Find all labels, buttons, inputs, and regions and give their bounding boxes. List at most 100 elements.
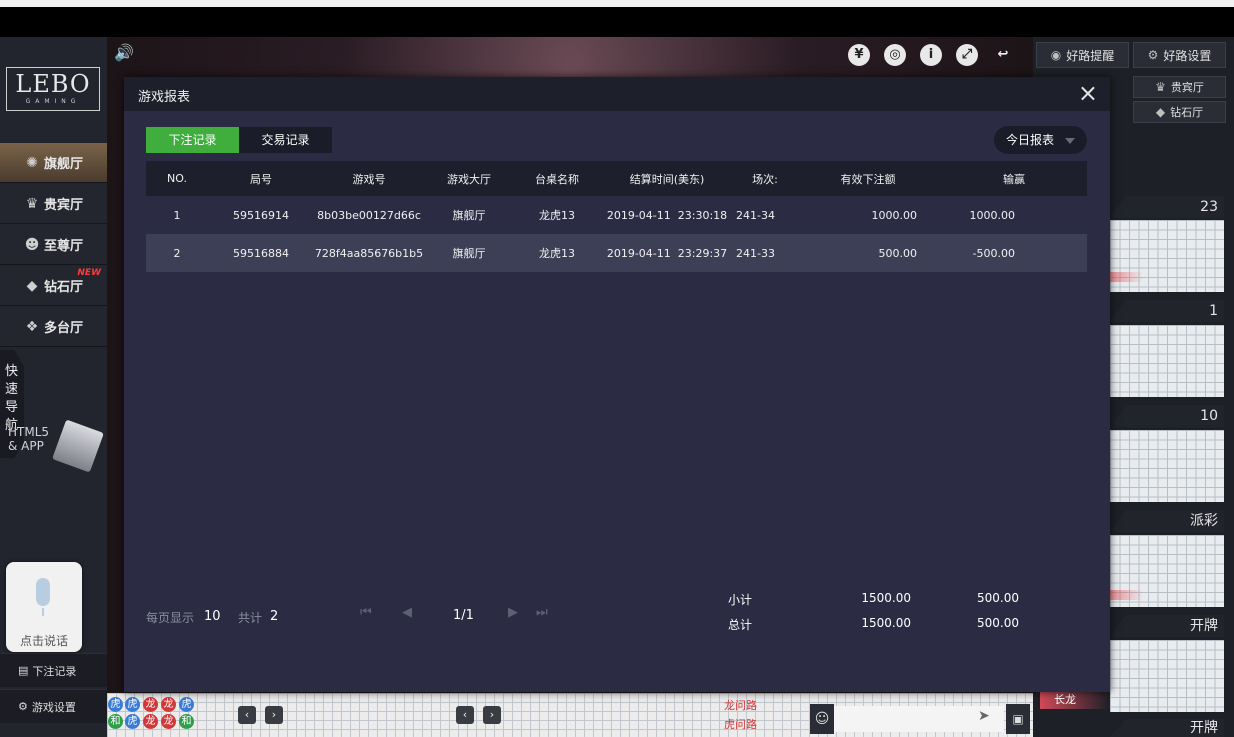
dragon-ask-road[interactable]: 龙问路 xyxy=(724,697,757,713)
tab-transaction-records[interactable]: 交易记录 xyxy=(239,127,332,153)
col-valid-bet: 有效下注额 xyxy=(796,161,940,196)
speaker-icon[interactable]: 🔊 xyxy=(114,43,134,62)
subtotal-bet: 1500.00 xyxy=(861,591,911,605)
nav-supreme-hall[interactable]: ☻ 至尊厅 xyxy=(0,225,107,265)
multi-table-icon: ❖ xyxy=(25,318,39,335)
good-road-alert-label: 好路提醒 xyxy=(1066,48,1115,63)
bet-records-table: NO. 局号 游戏号 游戏大厅 台桌名称 结算时间(美东) 场次: 有效下注额 … xyxy=(146,161,1087,272)
nav-multi-table-hall[interactable]: ❖ 多台厅 xyxy=(0,307,107,347)
road-label: 开牌 xyxy=(1110,719,1224,737)
dealer-icon: ☻ xyxy=(24,236,40,253)
col-game-id: 游戏号 xyxy=(314,161,424,196)
subtotal-win: 500.00 xyxy=(977,591,1019,605)
prev-arrow-icon[interactable]: ‹ xyxy=(456,706,474,724)
bet-record-label: 下注记录 xyxy=(32,664,77,678)
quick-nav-char: 导 xyxy=(5,400,19,415)
chat-bubble-icon[interactable]: ▣ xyxy=(1006,704,1030,734)
nav-flagship-hall[interactable]: ✺ 旗舰厅 xyxy=(0,143,107,183)
cell-round-id: 59516914 xyxy=(233,208,289,222)
table-row[interactable]: 2 59516884 728f4aa85676b1b5 旗舰厅 龙虎13 201… xyxy=(146,234,1087,272)
road-highlight xyxy=(1110,272,1144,282)
modal-header: 游戏报表 × xyxy=(124,77,1110,111)
emoji-icon[interactable]: ☺ xyxy=(810,704,834,734)
nav-vip-hall[interactable]: ♛ 贵宾厅 xyxy=(0,184,107,224)
dragon-bead: 龙 xyxy=(161,697,176,712)
road-highlight xyxy=(1110,590,1144,600)
cell-table-name: 龙虎13 xyxy=(539,209,575,222)
modal-title: 游戏报表 xyxy=(138,90,191,105)
total-bet: 1500.00 xyxy=(861,616,911,630)
good-road-alert-button[interactable]: ◉ 好路提醒 xyxy=(1036,42,1129,68)
subtotal-label: 小计 xyxy=(728,593,753,607)
vip-hall-button[interactable]: ♛ 贵宾厅 xyxy=(1133,76,1226,98)
nav-label: 至尊厅 xyxy=(44,239,84,254)
screen: 🔊 ¥ ◎ i ⤢ ↩ LEBO GAMING ✺ 旗舰厅 ♛ 贵宾厅 ☻ 至尊… xyxy=(0,0,1234,737)
document-icon: ▤ xyxy=(18,664,29,677)
road-label: 开牌 xyxy=(1110,615,1224,637)
cell-hall: 旗舰厅 xyxy=(424,234,514,272)
total-count-label: 共计 xyxy=(238,611,263,625)
casino-chip-icon: ✺ xyxy=(26,154,38,171)
chip-icon[interactable]: ◎ xyxy=(884,44,906,66)
page-indicator: 1/1 xyxy=(453,608,474,623)
top-black-bar xyxy=(0,7,1234,37)
total-count-value: 2 xyxy=(270,609,279,624)
voice-widget[interactable]: 点击说话 xyxy=(6,562,82,652)
tiger-bead: 虎 xyxy=(179,697,194,712)
last-page-icon[interactable]: ⏭ xyxy=(536,605,548,620)
col-hall: 游戏大厅 xyxy=(424,161,514,196)
diamond-hall-button[interactable]: ◆ 钻石厅 xyxy=(1133,101,1226,123)
nav-label: 旗舰厅 xyxy=(44,157,84,172)
col-win-loss: 输赢 xyxy=(940,161,1087,196)
tab-bet-records[interactable]: 下注记录 xyxy=(146,127,239,153)
bet-record-button[interactable]: ▤ 下注记录 xyxy=(0,653,107,687)
gear-icon: ⚙ xyxy=(1147,48,1159,62)
tiger-bead: 虎 xyxy=(108,697,123,712)
logo-text: LEBO xyxy=(15,70,91,98)
logo-subtext: GAMING xyxy=(25,98,81,105)
info-icon[interactable]: i xyxy=(920,44,942,66)
diamond-icon: ◆ xyxy=(26,277,38,294)
cell-round-id: 59516884 xyxy=(208,234,314,272)
html5-app-banner[interactable]: HTML5 & APP xyxy=(8,419,104,473)
crown-icon: ♛ xyxy=(25,195,39,212)
tiger-ask-road[interactable]: 虎问路 xyxy=(724,716,757,732)
lebo-logo: LEBO GAMING xyxy=(6,67,100,111)
diamond-icon: ◆ xyxy=(1155,105,1166,119)
per-page-value[interactable]: 10 xyxy=(204,609,221,624)
good-road-settings-button[interactable]: ⚙ 好路设置 xyxy=(1133,42,1226,68)
next-page-icon[interactable]: ▶ xyxy=(508,605,518,620)
road-grid[interactable] xyxy=(1110,640,1224,712)
crown-icon: ♛ xyxy=(1155,80,1166,94)
close-icon[interactable]: × xyxy=(1078,80,1098,106)
vip-hall-label: 贵宾厅 xyxy=(1170,81,1204,94)
report-period-select[interactable]: 今日报表 xyxy=(994,126,1087,154)
prev-arrow-icon[interactable]: ‹ xyxy=(238,706,256,724)
currency-icon[interactable]: ¥ xyxy=(848,44,870,66)
nav-diamond-hall[interactable]: ◆ 钻石厅 NEW xyxy=(0,266,107,306)
back-icon[interactable]: ↩ xyxy=(992,44,1014,66)
table-row[interactable]: 1 59516914 8b03be00127d66c 旗舰厅 龙虎13 2019… xyxy=(146,196,1087,234)
good-road-settings-label: 好路设置 xyxy=(1163,48,1212,63)
long-dragon-badge: 长龙 xyxy=(1040,691,1110,709)
game-report-modal: 游戏报表 × 下注记录 交易记录 今日报表 NO. 局号 游戏号 游戏大厅 台桌… xyxy=(124,77,1110,692)
fullscreen-icon[interactable]: ⤢ xyxy=(956,44,978,66)
road-label: 10 xyxy=(1110,405,1224,427)
cell-no: 1 xyxy=(173,208,181,222)
cell-valid-bet: 500.00 xyxy=(796,234,940,272)
next-arrow-icon[interactable]: › xyxy=(265,706,283,724)
cell-valid-bet: 1000.00 xyxy=(871,208,918,222)
game-settings-button[interactable]: ⚙ 游戏设置 xyxy=(0,689,107,723)
road-grid[interactable] xyxy=(1110,430,1224,502)
new-badge: NEW xyxy=(77,268,101,278)
gear-icon: ⚙ xyxy=(18,700,28,713)
send-icon[interactable]: ➤ xyxy=(978,708,990,724)
nav-label: 钻石厅 xyxy=(44,280,84,295)
nav-label: 多台厅 xyxy=(44,321,84,336)
prev-page-icon[interactable]: ◀ xyxy=(402,605,412,620)
tie-bead: 和 xyxy=(108,714,123,729)
browser-bar xyxy=(0,0,1234,7)
road-grid[interactable] xyxy=(1110,325,1224,397)
next-arrow-icon[interactable]: › xyxy=(483,706,501,724)
first-page-icon[interactable]: ⏮ xyxy=(360,605,372,620)
